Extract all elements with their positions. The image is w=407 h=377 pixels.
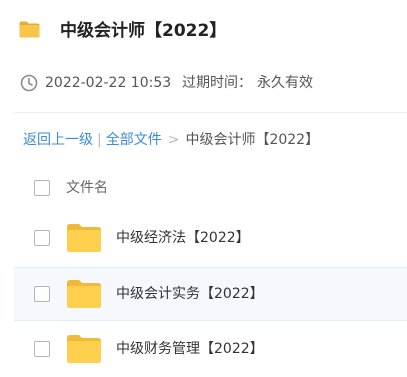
breadcrumb-current: 中级会计师【2022】: [185, 132, 320, 148]
select-all-checkbox[interactable]: [34, 180, 50, 196]
page-title: 中级会计师【2022】: [60, 21, 227, 41]
clock-icon: [20, 74, 38, 92]
breadcrumb: 返回上一级 | 全部文件 > 中级会计师【2022】: [23, 130, 319, 150]
folder-icon: [19, 21, 40, 38]
folder-icon: [67, 280, 101, 308]
header: 中级会计师【2022】: [0, 0, 407, 62]
share-page: 中级会计师【2022】 2022-02-22 10:53 过期时间： 永久有效 …: [0, 0, 407, 377]
column-header-name: 文件名: [66, 180, 108, 196]
expire-value: 永久有效: [257, 75, 313, 91]
breadcrumb-separator: |: [97, 132, 102, 148]
file-name[interactable]: 中级经济法【2022】: [116, 228, 250, 248]
row-checkbox[interactable]: [34, 341, 50, 357]
row-checkbox[interactable]: [34, 286, 50, 302]
folder-icon: [67, 335, 101, 363]
share-meta: 2022-02-22 10:53 过期时间： 永久有效: [0, 62, 407, 106]
file-name[interactable]: 中级财务管理【2022】: [116, 339, 264, 359]
file-name[interactable]: 中级会计实务【2022】: [116, 284, 264, 304]
all-files-link[interactable]: 全部文件: [106, 132, 162, 148]
back-link[interactable]: 返回上一级: [23, 132, 93, 148]
table-row[interactable]: 中级经济法【2022】: [14, 212, 407, 266]
share-date: 2022-02-22 10:53: [45, 75, 172, 91]
divider: [14, 112, 407, 113]
breadcrumb-arrow: >: [167, 132, 180, 148]
table-row[interactable]: 中级会计实务【2022】: [14, 267, 407, 321]
table-header: 文件名: [14, 166, 407, 210]
expire-label: 过期时间：: [182, 75, 252, 91]
table-row[interactable]: 中级财务管理【2022】: [14, 323, 407, 377]
row-checkbox[interactable]: [34, 230, 50, 246]
folder-icon: [67, 224, 101, 252]
